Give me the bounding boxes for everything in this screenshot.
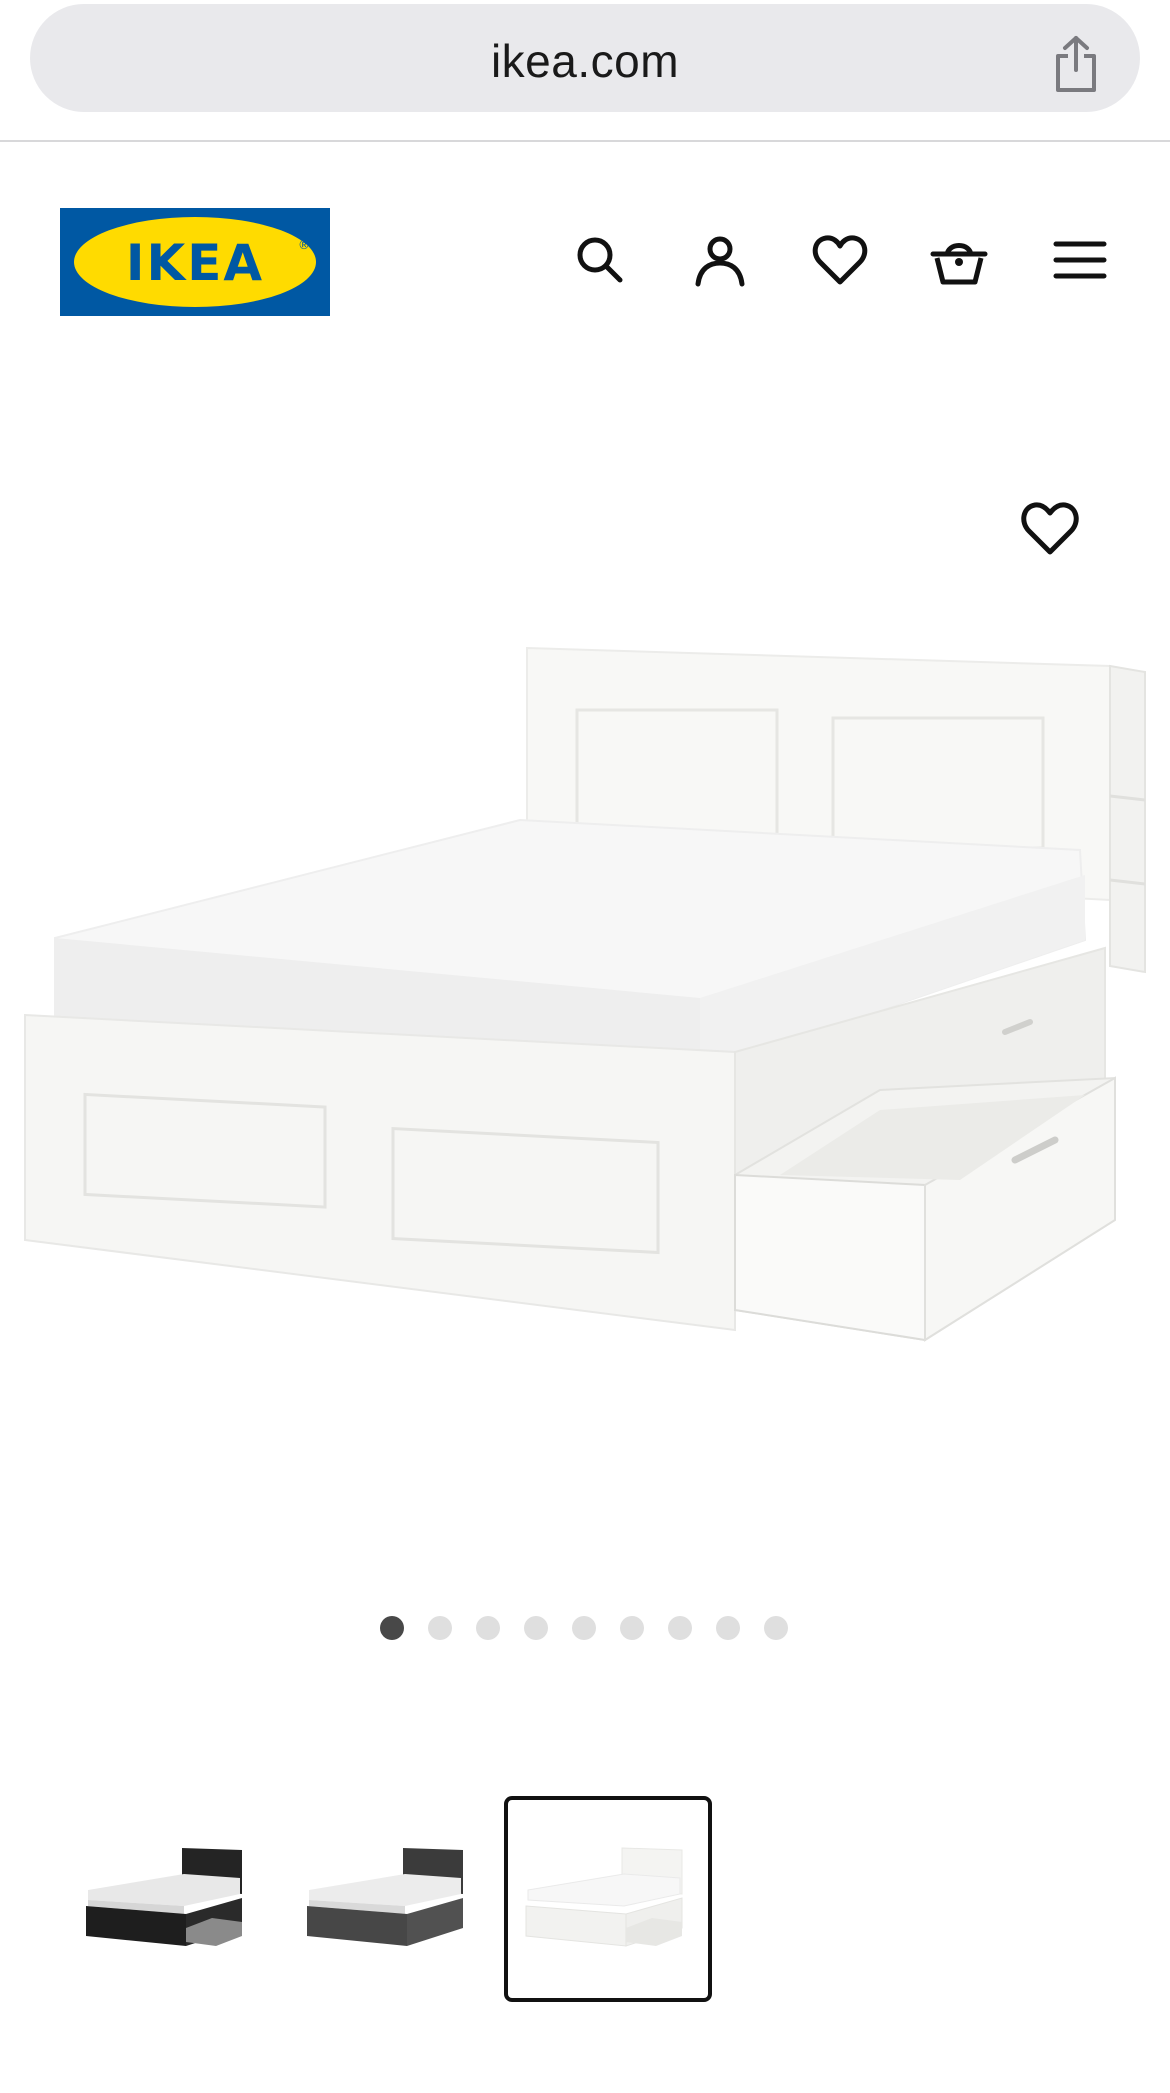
logo-wordmark: IKEA [125, 234, 265, 292]
gallery-dot[interactable] [428, 1616, 452, 1640]
bed-white-thumbnail [525, 1847, 683, 1947]
color-option-white[interactable] [504, 1796, 712, 2002]
gallery-dot[interactable] [476, 1616, 500, 1640]
basket-icon[interactable] [929, 230, 989, 290]
product-image-bed[interactable] [0, 620, 1170, 1380]
logo-registered-mark: ® [298, 238, 310, 252]
color-option-black-brown[interactable] [64, 1796, 272, 2002]
color-option-dark-gray[interactable] [285, 1796, 493, 2002]
browser-address-area: ikea.com [0, 0, 1170, 142]
menu-icon[interactable] [1050, 230, 1110, 290]
gallery-dot[interactable] [524, 1616, 548, 1640]
user-icon[interactable] [690, 230, 750, 290]
gallery-dot[interactable] [668, 1616, 692, 1640]
gallery-dot[interactable] [716, 1616, 740, 1640]
gallery-dot[interactable] [572, 1616, 596, 1640]
bed-black-brown-thumbnail [86, 1848, 242, 1946]
heart-icon[interactable] [810, 230, 870, 290]
ikea-logo[interactable]: IKEA ® [60, 208, 330, 316]
site-header: IKEA ® [0, 144, 1170, 374]
gallery-dot[interactable] [620, 1616, 644, 1640]
address-bar[interactable]: ikea.com [30, 4, 1140, 112]
gallery-dot[interactable] [764, 1616, 788, 1640]
gallery-pagination [0, 1612, 1170, 1642]
heart-outline-icon[interactable] [1018, 498, 1082, 558]
search-icon[interactable] [570, 230, 630, 290]
gallery-dot[interactable] [380, 1616, 404, 1640]
url-text[interactable]: ikea.com [30, 34, 1140, 88]
share-icon[interactable] [1050, 34, 1102, 94]
bed-dark-gray-thumbnail [307, 1848, 463, 1946]
